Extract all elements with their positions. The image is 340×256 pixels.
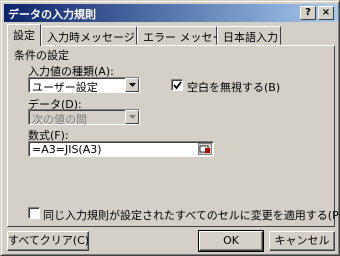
tab-ime[interactable]: 日本語入力 xyxy=(217,26,281,45)
tab-input-message[interactable]: 入力時メッセージ xyxy=(41,26,137,45)
ignore-blank-label[interactable]: 空白を無視する(B) xyxy=(187,79,280,95)
clear-all-button[interactable]: すべてクリア(C) xyxy=(7,231,89,251)
allow-value: ユーザー設定 xyxy=(32,81,98,94)
data-validation-dialog: データの入力規則 ? × 設定 入力時メッセージ エラー メッセージ 日本語入力… xyxy=(0,0,340,256)
title-bar: データの入力規則 ? × xyxy=(4,4,338,22)
data-combobox[interactable]: 次の値の間 xyxy=(28,109,140,126)
data-dropdown-button[interactable] xyxy=(125,110,139,124)
tab-error-message[interactable]: エラー メッセージ xyxy=(137,26,234,45)
close-button[interactable]: × xyxy=(318,6,334,20)
ok-button[interactable]: OK xyxy=(198,230,264,252)
formula-input[interactable]: =A3=JIS(A3) xyxy=(28,141,214,157)
formula-value: =A3=JIS(A3) xyxy=(32,143,102,156)
help-button[interactable]: ? xyxy=(300,6,316,20)
chevron-down-icon xyxy=(129,115,136,119)
allow-combobox[interactable]: ユーザー設定 xyxy=(28,77,140,94)
apply-all-checkbox[interactable] xyxy=(28,207,40,219)
dialog-title: データの入力規則 xyxy=(8,8,96,21)
ignore-blank-checkbox[interactable] xyxy=(171,79,183,91)
cancel-button[interactable]: キャンセル xyxy=(269,231,335,251)
allow-dropdown-button[interactable] xyxy=(125,78,139,92)
tab-settings[interactable]: 設定 xyxy=(7,24,41,46)
criteria-group-label: 条件の設定 xyxy=(14,49,69,62)
checkmark-icon xyxy=(173,81,182,90)
data-value: 次の値の間 xyxy=(32,113,87,126)
apply-all-label[interactable]: 同じ入力規則が設定されたすべてのセルに変更を適用する(P) xyxy=(43,207,340,223)
chevron-down-icon xyxy=(129,83,136,87)
collapse-dialog-icon[interactable] xyxy=(198,143,212,155)
